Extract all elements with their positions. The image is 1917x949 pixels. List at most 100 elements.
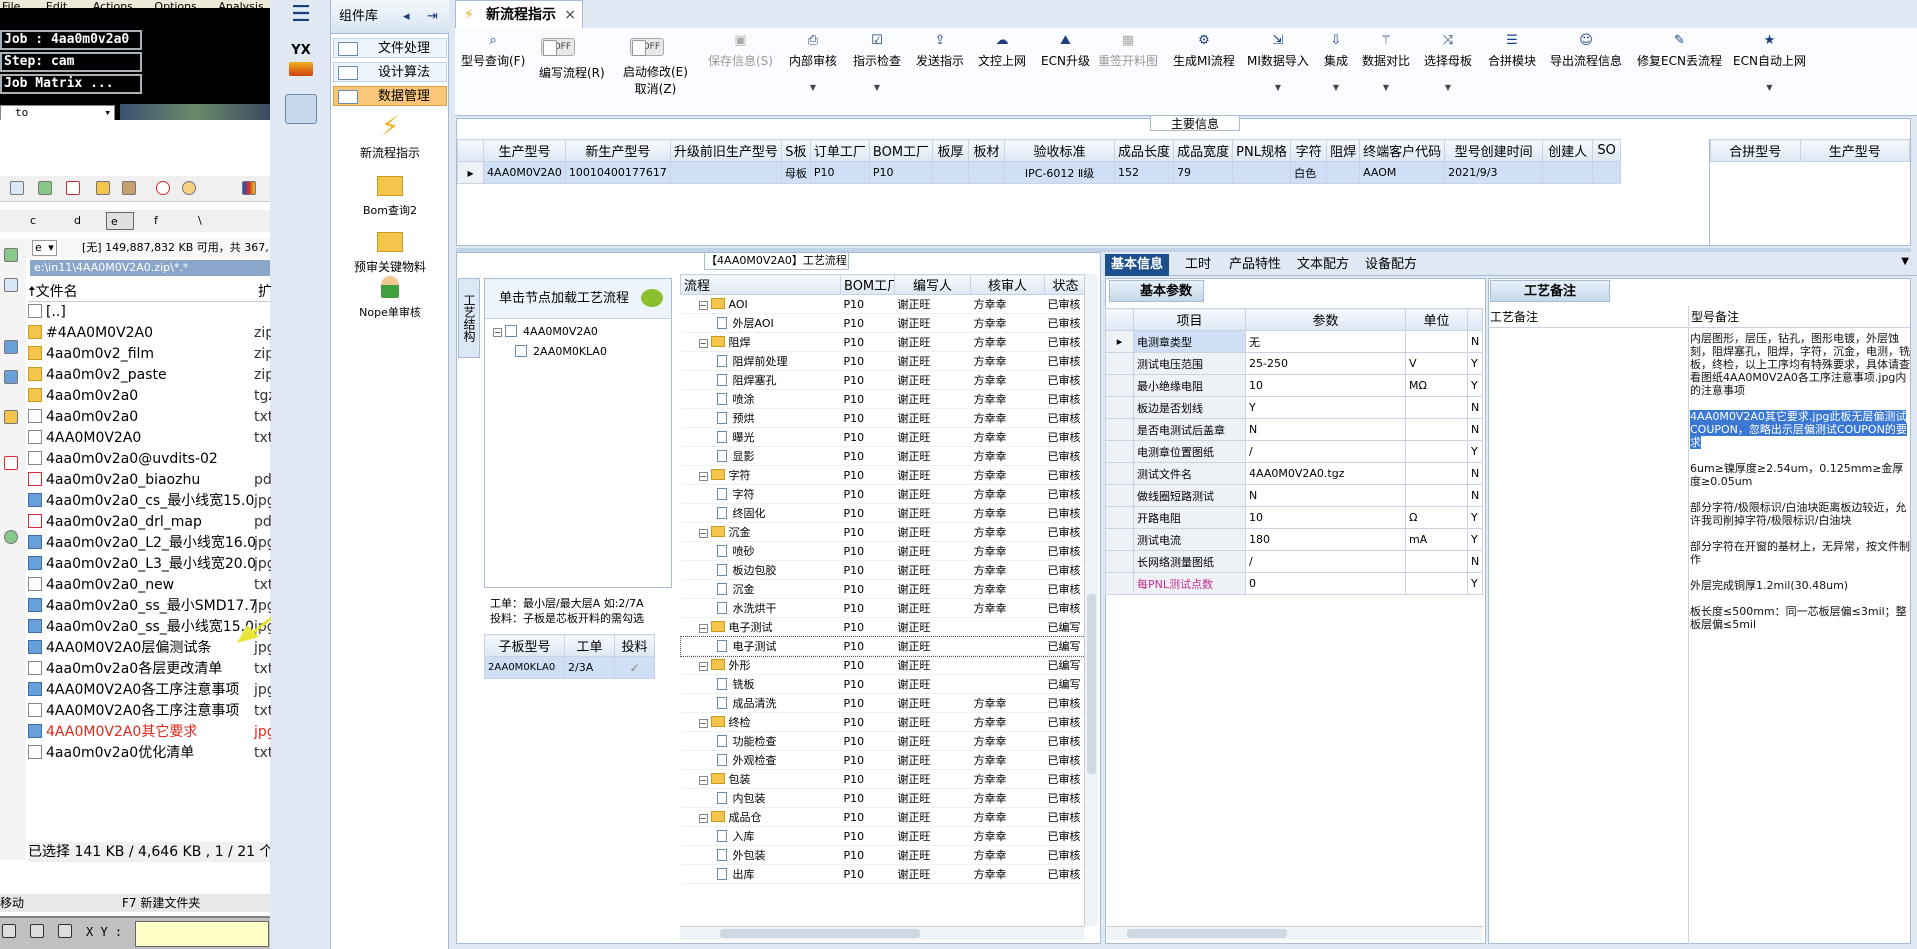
globe-icon[interactable]: [4, 530, 18, 544]
image-icon[interactable]: [4, 340, 18, 354]
data-compare-button[interactable]: ⚚ 数据对比 ▼: [1362, 34, 1410, 93]
file-row[interactable]: 4AA0M0V2A0各工序注意事项 jpg: [28, 680, 276, 701]
file-list-header[interactable]: 🠅文件名扩: [28, 282, 272, 302]
main-col-header[interactable]: 板厚: [932, 139, 970, 162]
color-icon[interactable]: [242, 181, 256, 195]
start-modify-toggle[interactable]: OFF: [630, 38, 664, 56]
param-row[interactable]: 测试电流 180 mA Y: [1105, 528, 1483, 551]
process-row[interactable]: 喷涂 P10 谢正旺 方幸幸 已审核: [680, 389, 1086, 409]
main-cell[interactable]: AAOM: [1359, 161, 1446, 184]
process-row[interactable]: − AOI P10 谢正旺 方幸幸 已审核: [680, 294, 1086, 314]
process-hscrollbar[interactable]: [680, 926, 1084, 940]
resign-cutting-button[interactable]: ▦ 重签开料图: [1098, 34, 1158, 69]
tool-nope-review[interactable]: Nope单审核: [331, 276, 449, 320]
file-row[interactable]: 4aa0m0v2a0 txt: [28, 407, 273, 428]
main-cell[interactable]: 母板: [780, 161, 811, 184]
pdf-icon[interactable]: [66, 181, 80, 195]
process-row[interactable]: 阻焊塞孔 P10 谢正旺 方幸幸 已审核: [680, 370, 1086, 390]
menu-options[interactable]: Options: [154, 0, 196, 8]
main-col-header[interactable]: SO: [1592, 139, 1622, 162]
file-row[interactable]: 4aa0m0v2a0各层更改清单 txt: [28, 659, 273, 680]
process-row[interactable]: − 阻焊 P10 谢正旺 方幸幸 已审核: [680, 332, 1086, 352]
main-cell[interactable]: P10: [868, 161, 934, 184]
process-row[interactable]: 外层AOI P10 谢正旺 方幸幸 已审核: [680, 313, 1086, 333]
main-cell[interactable]: 2021/9/3: [1444, 161, 1544, 184]
col-bom-factory[interactable]: BOM工厂: [840, 274, 895, 295]
scroll-thumb[interactable]: [720, 929, 920, 938]
machine-icon[interactable]: [285, 94, 317, 124]
file-row[interactable]: 4aa0m0v2a0@uvdits-02: [28, 449, 270, 470]
process-row[interactable]: − 外形 P10 谢正旺 已编写: [680, 655, 1086, 675]
main-cell[interactable]: P10: [809, 161, 870, 184]
col-item[interactable]: 项目: [1133, 308, 1246, 331]
collapse-icon[interactable]: −: [698, 662, 708, 671]
main-cell[interactable]: [669, 161, 782, 184]
pack-icon[interactable]: [122, 181, 136, 195]
image-icon[interactable]: [4, 370, 18, 384]
main-cell[interactable]: 4AA0M0V2A0: [483, 161, 566, 184]
doc-control-online-button[interactable]: ☁ 文控上网: [978, 34, 1026, 69]
param-param[interactable]: Y: [1245, 396, 1406, 419]
step-label[interactable]: Step: cam: [0, 52, 142, 72]
internal-review-button[interactable]: ⎙ 内部审核 ▼: [789, 34, 837, 93]
select-tool-icon[interactable]: [2, 924, 16, 938]
param-row[interactable]: 最小绝缘电阻 10 MΩ Y: [1105, 374, 1483, 397]
col-writer[interactable]: 编写人: [894, 274, 971, 295]
main-col-header[interactable]: 阻焊: [1326, 139, 1361, 162]
production-model-header[interactable]: 生产型号: [1799, 139, 1911, 162]
param-row[interactable]: 板边是否划线 Y N: [1105, 396, 1483, 419]
tab-new-process[interactable]: ⚡ 新流程指示 ×: [455, 0, 583, 28]
main-col-header[interactable]: 板材: [968, 139, 1006, 162]
main-col-header[interactable]: 订单工厂: [809, 139, 870, 162]
export-process-info-button[interactable]: ☺ 导出流程信息: [1550, 34, 1622, 69]
file-row[interactable]: 4aa0m0v2a0_L2_最小线宽16.0 jpg: [28, 533, 276, 554]
stop-icon[interactable]: [156, 181, 170, 195]
hamburger-icon[interactable]: ☰: [287, 4, 315, 28]
generate-mi-process-button[interactable]: ⚙ 生成MI流程: [1173, 34, 1235, 69]
process-row[interactable]: 外观检查 P10 谢正旺 方幸幸 已审核: [680, 750, 1086, 770]
main-col-header[interactable]: 创建人: [1542, 139, 1594, 162]
process-row[interactable]: 曝光 P10 谢正旺 方幸幸 已审核: [680, 427, 1086, 447]
file-row[interactable]: 4aa0m0v2a0优化清单 txt: [28, 743, 273, 764]
feed-header[interactable]: 投料: [614, 634, 655, 657]
main-col-header[interactable]: 成品宽度: [1173, 139, 1234, 162]
main-cell[interactable]: [1542, 161, 1594, 184]
app-logo[interactable]: YX: [283, 44, 319, 80]
mi-data-import-button[interactable]: ⇲ MI数据导入 ▼: [1247, 34, 1309, 93]
main-cell[interactable]: [1326, 161, 1361, 184]
file-row[interactable]: 4aa0m0v2a0_new txt: [28, 575, 273, 596]
collapse-icon[interactable]: −: [698, 472, 708, 481]
folder-icon[interactable]: [4, 410, 18, 424]
instruction-check-button[interactable]: ☑ 指示检查 ▼: [853, 34, 901, 93]
main-col-header[interactable]: 生产型号: [483, 139, 566, 162]
doc-icon[interactable]: [4, 278, 18, 292]
menu-design-algorithm[interactable]: 设计算法: [333, 62, 447, 82]
tab-equipment-recipe[interactable]: 设备配方: [1359, 254, 1423, 276]
col-process[interactable]: 流程: [680, 274, 841, 295]
edit-process-toggle[interactable]: OFF: [541, 38, 575, 56]
close-icon[interactable]: ×: [564, 1, 576, 29]
process-row[interactable]: 喷砂 P10 谢正旺 方幸幸 已审核: [680, 541, 1086, 561]
main-cell[interactable]: 白色: [1290, 161, 1328, 184]
merge-module-button[interactable]: ☰ 合拼模块: [1488, 34, 1536, 69]
feed-checkbox[interactable]: ✓: [614, 656, 655, 679]
file-row[interactable]: 4aa0m0v2a0_L3_最小线宽20.0 jpg: [28, 554, 276, 575]
process-row[interactable]: 字符 P10 谢正旺 方幸幸 已审核: [680, 484, 1086, 504]
file-row[interactable]: #4AA0M0V2A0 zip: [28, 323, 274, 344]
tool-key-material[interactable]: 预审关键物料: [331, 228, 449, 275]
grid-tool-icon[interactable]: [58, 924, 72, 938]
key-icon[interactable]: [182, 181, 196, 195]
tree-child-node[interactable]: 2AA0M0KLA0: [515, 345, 607, 358]
tab-basic-info[interactable]: 基本信息: [1105, 254, 1170, 276]
process-row[interactable]: − 成品仓 P10 谢正旺 方幸幸 已审核: [680, 807, 1086, 827]
process-row[interactable]: − 终检 P10 谢正旺 方幸幸 已审核: [680, 712, 1086, 732]
main-col-header[interactable]: 型号创建时间: [1444, 139, 1544, 162]
file-row[interactable]: 4aa0m0v2_film zip: [28, 344, 274, 365]
param-row[interactable]: 测试文件名 4AA0M0V2A0.tgz N: [1105, 462, 1483, 485]
main-col-header[interactable]: 字符: [1290, 139, 1328, 162]
path-bar[interactable]: e:\in11\4AA0M0V2A0.zip\*.*: [30, 260, 270, 276]
folder-icon[interactable]: [96, 181, 110, 195]
param-param[interactable]: 10: [1245, 506, 1406, 529]
collapse-icon[interactable]: −: [698, 529, 708, 538]
new-folder-button[interactable]: F7 新建文件夹: [122, 894, 200, 912]
